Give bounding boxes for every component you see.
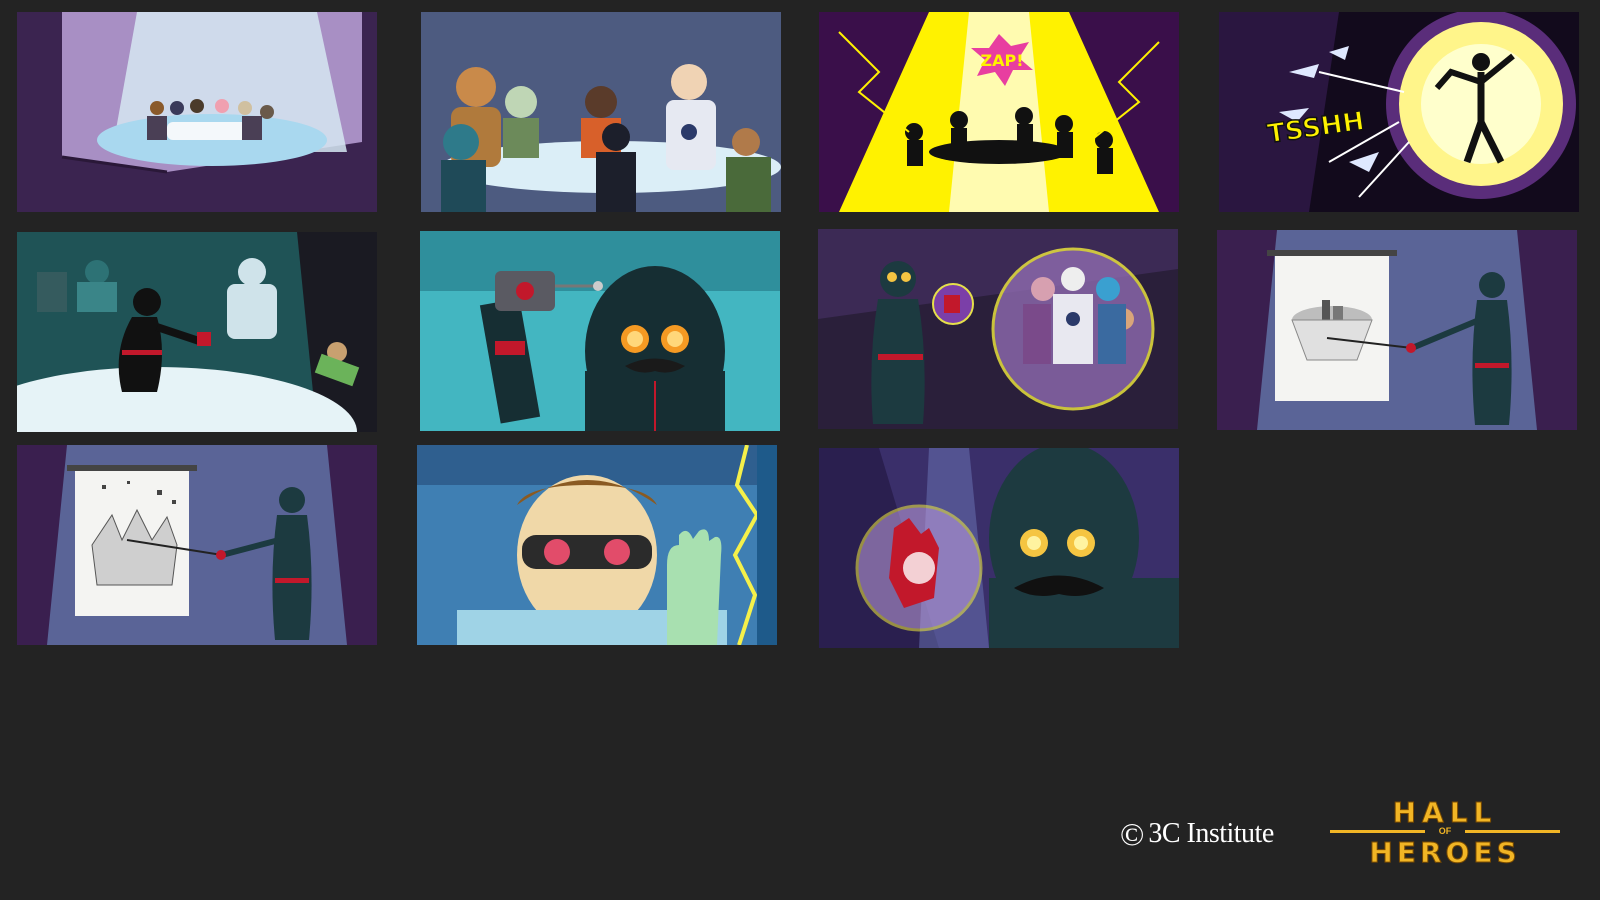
hall-of-heroes-logo: HALL OF HEROES (1320, 796, 1570, 872)
storyboard-panel-6[interactable] (420, 231, 780, 431)
storyboard-panel-11[interactable] (819, 448, 1179, 648)
copyright-symbol: © (1120, 816, 1145, 852)
storyboard-panel-7[interactable] (818, 229, 1178, 429)
institute-name: 3C Institute (1148, 818, 1274, 849)
3c-institute-logo: © 3C Institute (1120, 814, 1274, 854)
panel-11-illustration (819, 448, 1179, 648)
panel-8-illustration (1217, 230, 1577, 430)
panel-4-illustration: TSSHH (1219, 12, 1579, 212)
panel-5-illustration (17, 232, 377, 432)
storyboard-panel-8[interactable] (1217, 230, 1577, 430)
storyboard-panel-10[interactable] (417, 445, 777, 645)
logo-wing-right (1465, 830, 1560, 833)
storyboard-panel-5[interactable] (17, 232, 377, 432)
logo-line-heroes: HEROES (1369, 836, 1521, 870)
panel-6-illustration (420, 231, 780, 431)
panel-7-illustration (818, 229, 1178, 429)
storyboard-panel-3[interactable]: ZAP! (819, 12, 1179, 212)
panel-3-illustration: ZAP! (819, 12, 1179, 212)
sound-effect-zap: ZAP! (980, 51, 1023, 70)
panel-2-illustration (421, 12, 781, 212)
storyboard-panel-1[interactable] (17, 12, 377, 212)
panel-1-illustration (17, 12, 377, 212)
panel-10-illustration (417, 445, 777, 645)
storyboard-panel-4[interactable]: TSSHH (1219, 12, 1579, 212)
storyboard-panel-9[interactable] (17, 445, 377, 645)
panel-9-illustration (17, 445, 377, 645)
storyboard-panel-2[interactable] (421, 12, 781, 212)
logo-line-hall: HALL (1392, 796, 1498, 830)
